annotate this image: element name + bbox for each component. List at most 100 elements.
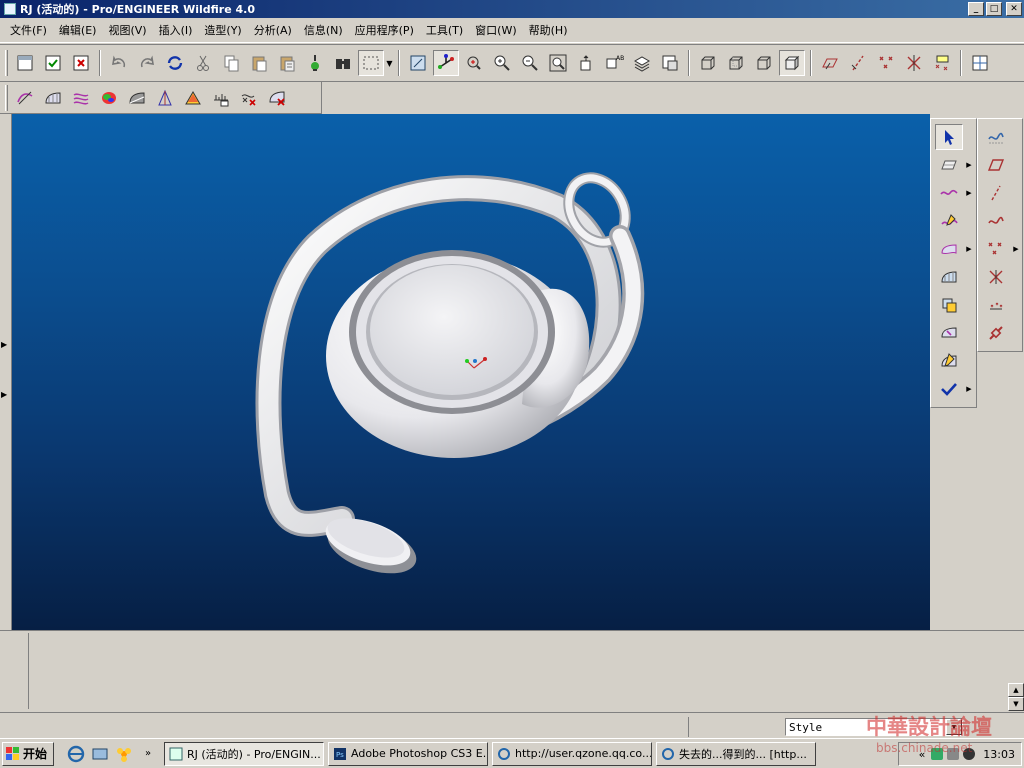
toolbar-grip[interactable] bbox=[5, 50, 8, 76]
surface-delete-icon[interactable] bbox=[264, 85, 290, 111]
slope-icon[interactable] bbox=[152, 85, 178, 111]
offset-point-icon[interactable] bbox=[982, 264, 1010, 290]
message-scrollbar[interactable]: ▲ ▼ bbox=[1008, 683, 1024, 711]
curve-icon[interactable] bbox=[935, 180, 963, 206]
paste-special-icon[interactable] bbox=[274, 50, 300, 76]
paste-icon[interactable] bbox=[246, 50, 272, 76]
show-desktop-icon[interactable] bbox=[91, 745, 109, 763]
redraw-icon[interactable] bbox=[405, 50, 431, 76]
menu-window[interactable]: 窗口(W) bbox=[469, 21, 522, 41]
close-button[interactable]: ✕ bbox=[1006, 2, 1022, 16]
done-check-icon[interactable] bbox=[935, 376, 963, 402]
select-box-dropdown[interactable]: ▼ bbox=[385, 50, 394, 76]
datum-plane-icon[interactable] bbox=[982, 152, 1010, 178]
hidden-line-icon[interactable] bbox=[723, 50, 749, 76]
undo-icon[interactable] bbox=[106, 50, 132, 76]
start-button[interactable]: 开始 bbox=[2, 741, 54, 766]
menu-help[interactable]: 帮助(H) bbox=[523, 21, 574, 41]
more-arrow-icon[interactable]: ▶ bbox=[964, 245, 974, 253]
curve-analysis-icon[interactable] bbox=[12, 85, 38, 111]
surface-edit-icon[interactable] bbox=[935, 348, 963, 374]
menu-analysis[interactable]: 分析(A) bbox=[248, 21, 298, 41]
select-box-icon[interactable] bbox=[358, 50, 384, 76]
network-icon[interactable] bbox=[931, 748, 944, 760]
close-window-icon[interactable] bbox=[68, 50, 94, 76]
expand-left-icon[interactable]: ▶ bbox=[1, 340, 7, 349]
view-manager-icon[interactable] bbox=[657, 50, 683, 76]
datum-points-icon[interactable] bbox=[873, 50, 899, 76]
flower-app-icon[interactable] bbox=[115, 745, 133, 763]
datum-point-icon[interactable] bbox=[982, 236, 1010, 262]
ie-icon[interactable] bbox=[67, 745, 85, 763]
curvature-delete-icon[interactable] bbox=[236, 85, 262, 111]
message-log[interactable] bbox=[28, 633, 1008, 709]
point-field-icon[interactable] bbox=[982, 292, 1010, 318]
draft-icon[interactable] bbox=[124, 85, 150, 111]
spin-center-icon[interactable] bbox=[433, 50, 459, 76]
set-active-plane-icon[interactable] bbox=[935, 152, 963, 178]
menu-insert[interactable]: 插入(I) bbox=[153, 21, 199, 41]
find-icon[interactable] bbox=[330, 50, 356, 76]
menu-view[interactable]: 视图(V) bbox=[102, 21, 152, 41]
sketched-curve-icon[interactable] bbox=[982, 208, 1010, 234]
shaded-curvature-icon[interactable] bbox=[96, 85, 122, 111]
orient-icon[interactable] bbox=[461, 50, 487, 76]
selection-filter-select[interactable]: Style ▼ bbox=[785, 718, 963, 736]
deviation-icon[interactable] bbox=[208, 85, 234, 111]
refit-icon[interactable] bbox=[545, 50, 571, 76]
chevron-down-icon[interactable]: ▼ bbox=[946, 719, 962, 735]
coordinate-systems-icon[interactable] bbox=[901, 50, 927, 76]
task-qzone[interactable]: http://user.qzone.qq.co... bbox=[492, 741, 652, 766]
minimize-button[interactable]: _ bbox=[968, 2, 984, 16]
saved-views-icon[interactable]: AB bbox=[601, 50, 627, 76]
left-sash[interactable]: ▶ ▶ bbox=[0, 114, 12, 630]
volume-icon[interactable] bbox=[947, 748, 960, 760]
menu-info[interactable]: 信息(N) bbox=[298, 21, 349, 41]
menu-tools[interactable]: 工具(T) bbox=[420, 21, 469, 41]
datum-axis-icon[interactable] bbox=[982, 180, 1010, 206]
more-arrow-icon[interactable]: ▶ bbox=[1011, 245, 1021, 253]
tray-expand-icon[interactable]: « bbox=[919, 748, 926, 761]
graphics-viewport[interactable] bbox=[12, 114, 930, 630]
boundary-surface-icon[interactable] bbox=[935, 236, 963, 262]
menu-style[interactable]: 造型(Y) bbox=[198, 21, 247, 41]
layers-icon[interactable] bbox=[629, 50, 655, 76]
zoom-out-icon[interactable] bbox=[517, 50, 543, 76]
collapse-left-icon[interactable]: ▶ bbox=[1, 390, 7, 399]
save-icon[interactable] bbox=[40, 50, 66, 76]
cut-icon[interactable] bbox=[190, 50, 216, 76]
surface-trim-icon[interactable] bbox=[935, 320, 963, 346]
sketch-curve-icon[interactable] bbox=[982, 124, 1010, 150]
more-arrow-icon[interactable]: ▶ bbox=[964, 161, 974, 169]
annotations-icon[interactable] bbox=[929, 50, 955, 76]
dihedral-icon[interactable] bbox=[180, 85, 206, 111]
quick-launch-more-icon[interactable]: » bbox=[139, 745, 157, 763]
window-icon[interactable] bbox=[12, 50, 38, 76]
model-tree-icon[interactable] bbox=[302, 50, 328, 76]
menu-file[interactable]: 文件(F) bbox=[4, 21, 53, 41]
datum-planes-icon[interactable] bbox=[817, 50, 843, 76]
more-arrow-icon[interactable]: ▶ bbox=[964, 189, 974, 197]
copy-icon[interactable] bbox=[218, 50, 244, 76]
reorient-icon[interactable] bbox=[573, 50, 599, 76]
more-arrow-icon[interactable]: ▶ bbox=[964, 385, 974, 393]
qq-icon[interactable] bbox=[963, 748, 976, 760]
scroll-up-icon[interactable]: ▲ bbox=[1008, 683, 1024, 697]
zoom-in-icon[interactable] bbox=[489, 50, 515, 76]
grid-icon[interactable] bbox=[967, 50, 993, 76]
task-proe[interactable]: RJ (活动的) - Pro/ENGIN... bbox=[164, 741, 324, 766]
wireframe-icon[interactable] bbox=[695, 50, 721, 76]
toolbar-grip[interactable] bbox=[5, 84, 8, 111]
maximize-button[interactable]: □ bbox=[986, 2, 1002, 16]
scroll-down-icon[interactable]: ▼ bbox=[1008, 697, 1024, 711]
select-arrow-icon[interactable] bbox=[935, 124, 963, 150]
shading-icon[interactable] bbox=[779, 50, 805, 76]
task-photoshop[interactable]: Ps Adobe Photoshop CS3 E... bbox=[328, 741, 488, 766]
surface-analysis-icon[interactable] bbox=[40, 85, 66, 111]
menu-edit[interactable]: 编辑(E) bbox=[53, 21, 103, 41]
curve-from-cos-icon[interactable] bbox=[935, 292, 963, 318]
datum-axes-icon[interactable] bbox=[845, 50, 871, 76]
menu-applications[interactable]: 应用程序(P) bbox=[349, 21, 420, 41]
redo-icon[interactable] bbox=[134, 50, 160, 76]
coordinate-link-icon[interactable] bbox=[982, 320, 1010, 346]
